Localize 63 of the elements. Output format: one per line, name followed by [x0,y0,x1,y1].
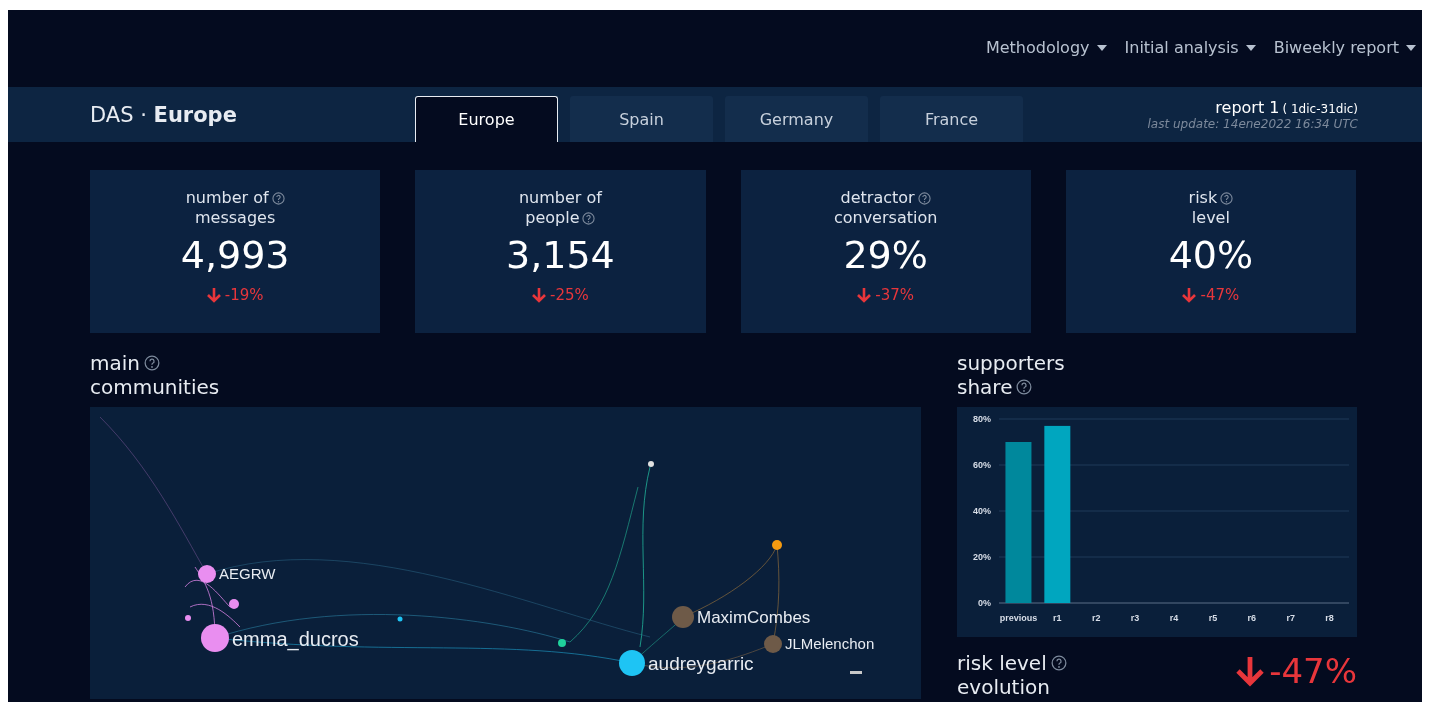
card-label: people [525,208,580,228]
help-icon[interactable] [917,191,931,205]
axis-category-label: r1 [1053,613,1062,623]
help-icon[interactable] [1050,655,1067,671]
axis-category-label: r3 [1130,613,1140,623]
axis-tick-label: 0% [978,598,991,608]
report-period: ( 1dic-31dic) [1282,102,1358,116]
caret-icon [1096,44,1107,51]
node-label: audreygarric [648,653,754,675]
page-title: DAS · Europe [90,102,238,127]
section-title: supporters [957,351,1065,375]
report-name: report 1 [1215,98,1280,117]
nav-menu[interactable]: Initial analysis [1124,38,1256,57]
card-label: risk [1188,188,1218,208]
tab[interactable]: France [880,96,1023,142]
axis-category-label: r6 [1247,613,1257,623]
trend-value: -37% [875,286,914,304]
kpi-value: 29% [843,232,928,279]
tab[interactable]: Spain [570,96,713,142]
help-icon[interactable] [144,355,160,371]
kpi-value: 4,993 [180,232,290,279]
tab[interactable]: Europe [415,96,558,142]
node-label: MaximCombes [697,608,811,628]
axis-category-label: r5 [1208,613,1218,623]
help-icon[interactable] [1220,191,1234,205]
card-label: number of [185,188,269,208]
node-label: JLMelenchon [785,634,875,652]
card-label: conversation [833,208,938,228]
trend-value: -19% [224,286,264,304]
card-label: level [1191,208,1230,228]
trend-value: -25% [550,286,589,304]
axis-tick-label: 80% [973,414,991,424]
axis-category-label: r4 [1169,613,1179,623]
section-title: evolution [957,675,1050,699]
axis-tick-label: 60% [973,460,991,470]
caret-icon [1406,44,1416,51]
help-icon[interactable] [582,211,596,225]
help-icon[interactable] [271,191,285,205]
card-label: detractor [840,188,915,208]
card-label: number of [518,188,602,208]
axis-tick-label: 40% [973,506,991,516]
node-label: emma_ducros [232,627,359,650]
tab[interactable]: Germany [725,96,868,142]
axis-category-label: previous [999,613,1038,623]
nav-menu[interactable]: Biweekly report [1273,38,1416,57]
axis-category-label: r2 [1091,613,1101,623]
axis-category-label: r8 [1325,613,1334,623]
caret-icon [1245,44,1256,51]
section-title: main [90,351,140,375]
kpi-value: 3,154 [505,232,615,279]
axis-category-label: r7 [1286,613,1295,623]
last-update: last update: 14ene2022 16:34 UTC [1147,117,1358,131]
axis-tick-label: 20% [973,552,991,562]
trend-value: -47% [1200,286,1240,304]
section-title: share [957,375,1013,399]
node-label: AEGRW [219,564,276,582]
help-icon[interactable] [1016,379,1033,395]
trend-value: -47% [1269,651,1357,691]
section-title: communities [90,375,220,399]
section-title: risk level [957,651,1047,675]
nav-menu[interactable]: Methodology [985,38,1107,57]
kpi-value: 40% [1168,232,1254,279]
card-label: messages [195,208,276,228]
